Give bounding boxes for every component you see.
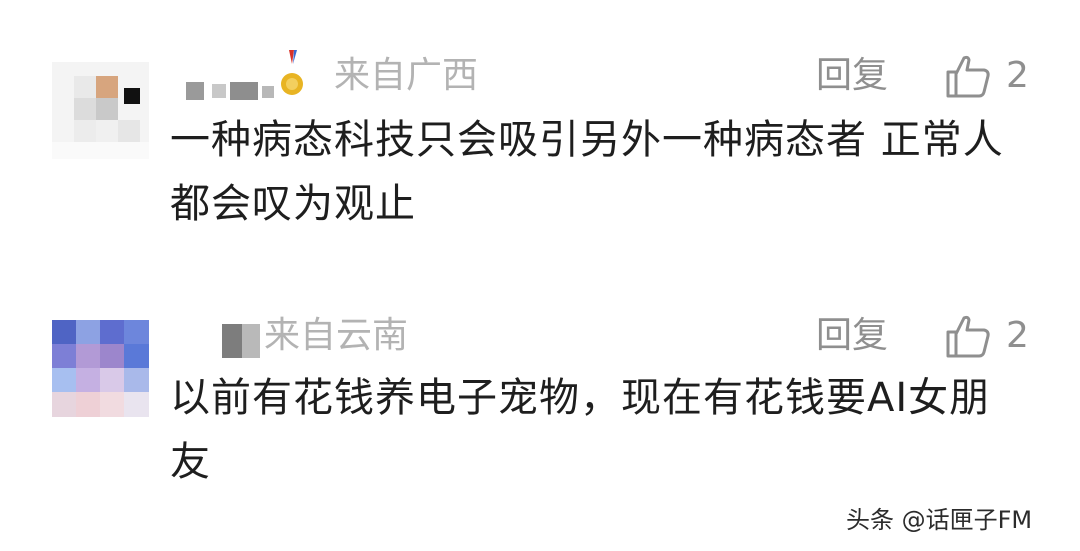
- reply-button[interactable]: 回复: [816, 58, 888, 94]
- like-count: 2: [1006, 55, 1029, 96]
- thumbs-up-icon[interactable]: [944, 312, 992, 360]
- location-label: 来自广西: [334, 55, 479, 96]
- medal-icon: [281, 50, 303, 95]
- comment-item: 来自广西 回复 2 一种病态科技只会吸引另外一种病态者 正常人都会叹为观止: [0, 0, 1080, 260]
- source-watermark: 头条 @话匣子FM: [846, 506, 1033, 534]
- avatar[interactable]: [52, 62, 149, 159]
- comment-text: 一种病态科技只会吸引另外一种病态者 正常人都会叹为观止: [170, 117, 1004, 227]
- reply-button[interactable]: 回复: [816, 318, 888, 354]
- comment-text: 以前有花钱养电子宠物，现在有花钱要AI女朋友: [170, 375, 991, 485]
- thumbs-up-icon[interactable]: [944, 52, 992, 100]
- username-blurred[interactable]: [186, 78, 276, 102]
- like-count: 2: [1006, 315, 1029, 356]
- comment-item: 来自云南 回复 2 以前有花钱养电子宠物，现在有花钱要AI女朋友: [0, 260, 1080, 520]
- username-blurred[interactable]: [222, 324, 262, 358]
- avatar[interactable]: [52, 320, 149, 417]
- location-label: 来自云南: [264, 315, 409, 356]
